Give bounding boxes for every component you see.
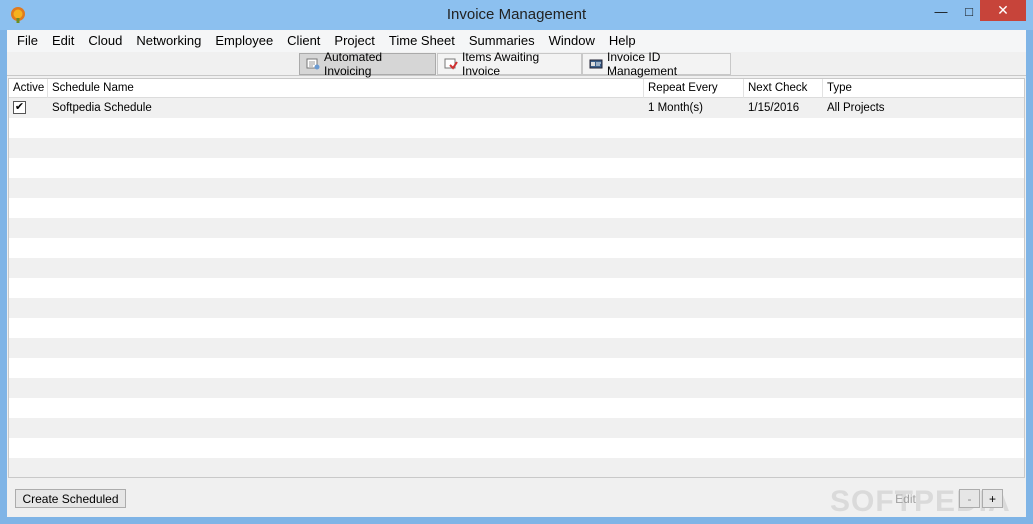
empty-row <box>9 238 1024 258</box>
tab-invoice-id-management[interactable]: Invoice ID Management <box>582 50 731 78</box>
column-header-next-check[interactable]: Next Check <box>744 79 823 98</box>
menu-window[interactable]: Window <box>542 31 602 51</box>
menu-edit[interactable]: Edit <box>45 31 81 51</box>
tab-items-awaiting-invoice[interactable]: Items Awaiting Invoice <box>437 50 582 78</box>
title-bar[interactable]: Invoice Management — □ ✕ <box>0 0 1033 30</box>
next-check-cell: 1/15/2016 <box>748 102 800 114</box>
invoice-items-icon <box>444 58 458 70</box>
empty-row <box>9 318 1024 338</box>
edit-button[interactable]: Edit <box>884 489 927 508</box>
empty-row <box>9 378 1024 398</box>
empty-row <box>9 218 1024 238</box>
menu-employee[interactable]: Employee <box>208 31 280 51</box>
column-header-schedule-name[interactable]: Schedule Name <box>48 79 644 98</box>
table-row[interactable]: ✔ Softpedia Schedule 1 Month(s) 1/15/201… <box>9 98 1024 118</box>
empty-row <box>9 138 1024 158</box>
schedule-table: Active Schedule Name Repeat Every Next C… <box>8 78 1025 478</box>
tab-bar: Automated Invoicing Items Awaiting Invoi… <box>7 50 1026 78</box>
id-card-icon <box>589 58 603 70</box>
tab-label: Automated Invoicing <box>324 50 383 78</box>
app-window: Invoice Management — □ ✕ File Edit Cloud… <box>0 0 1033 524</box>
empty-row <box>9 438 1024 458</box>
menu-project[interactable]: Project <box>327 31 381 51</box>
tab-label: Items Awaiting Invoice <box>462 50 540 78</box>
empty-row <box>9 278 1024 298</box>
add-button[interactable]: + <box>982 489 1003 508</box>
menu-time-sheet[interactable]: Time Sheet <box>382 31 462 51</box>
empty-row <box>9 118 1024 138</box>
active-cell: ✔ <box>9 98 48 118</box>
bottom-toolbar: SOFTPEDIA Create Scheduled Edit - + <box>7 480 1026 518</box>
column-header-repeat-every[interactable]: Repeat Every <box>644 79 744 98</box>
create-scheduled-button[interactable]: Create Scheduled <box>15 489 126 508</box>
empty-row <box>9 418 1024 438</box>
column-header-active[interactable]: Active <box>9 79 48 98</box>
column-header-type[interactable]: Type <box>823 79 1024 98</box>
repeat-every-cell: 1 Month(s) <box>648 102 703 114</box>
menu-cloud[interactable]: Cloud <box>81 31 129 51</box>
active-checkbox[interactable]: ✔ <box>13 101 26 114</box>
menu-file[interactable]: File <box>10 31 45 51</box>
empty-row <box>9 358 1024 378</box>
window-title: Invoice Management <box>446 6 587 23</box>
empty-row <box>9 458 1024 477</box>
empty-row <box>9 298 1024 318</box>
empty-row <box>9 158 1024 178</box>
type-cell: All Projects <box>827 102 885 114</box>
close-button[interactable]: ✕ <box>980 0 1026 21</box>
empty-row <box>9 398 1024 418</box>
empty-row <box>9 338 1024 358</box>
tab-automated-invoicing[interactable]: Automated Invoicing <box>299 50 436 78</box>
menu-bar: File Edit Cloud Networking Employee Clie… <box>7 30 1026 52</box>
empty-row <box>9 258 1024 278</box>
remove-button[interactable]: - <box>959 489 980 508</box>
table-header: Active Schedule Name Repeat Every Next C… <box>9 79 1024 98</box>
automation-icon <box>306 58 320 70</box>
table-body: ✔ Softpedia Schedule 1 Month(s) 1/15/201… <box>9 98 1024 477</box>
menu-client[interactable]: Client <box>280 31 327 51</box>
menu-networking[interactable]: Networking <box>129 31 208 51</box>
menu-summaries[interactable]: Summaries <box>462 31 542 51</box>
schedule-name-cell: Softpedia Schedule <box>52 102 152 114</box>
tab-label: Invoice ID Management <box>607 50 678 78</box>
empty-row <box>9 198 1024 218</box>
menu-help[interactable]: Help <box>602 31 643 51</box>
client-area: File Edit Cloud Networking Employee Clie… <box>7 30 1026 518</box>
empty-row <box>9 178 1024 198</box>
